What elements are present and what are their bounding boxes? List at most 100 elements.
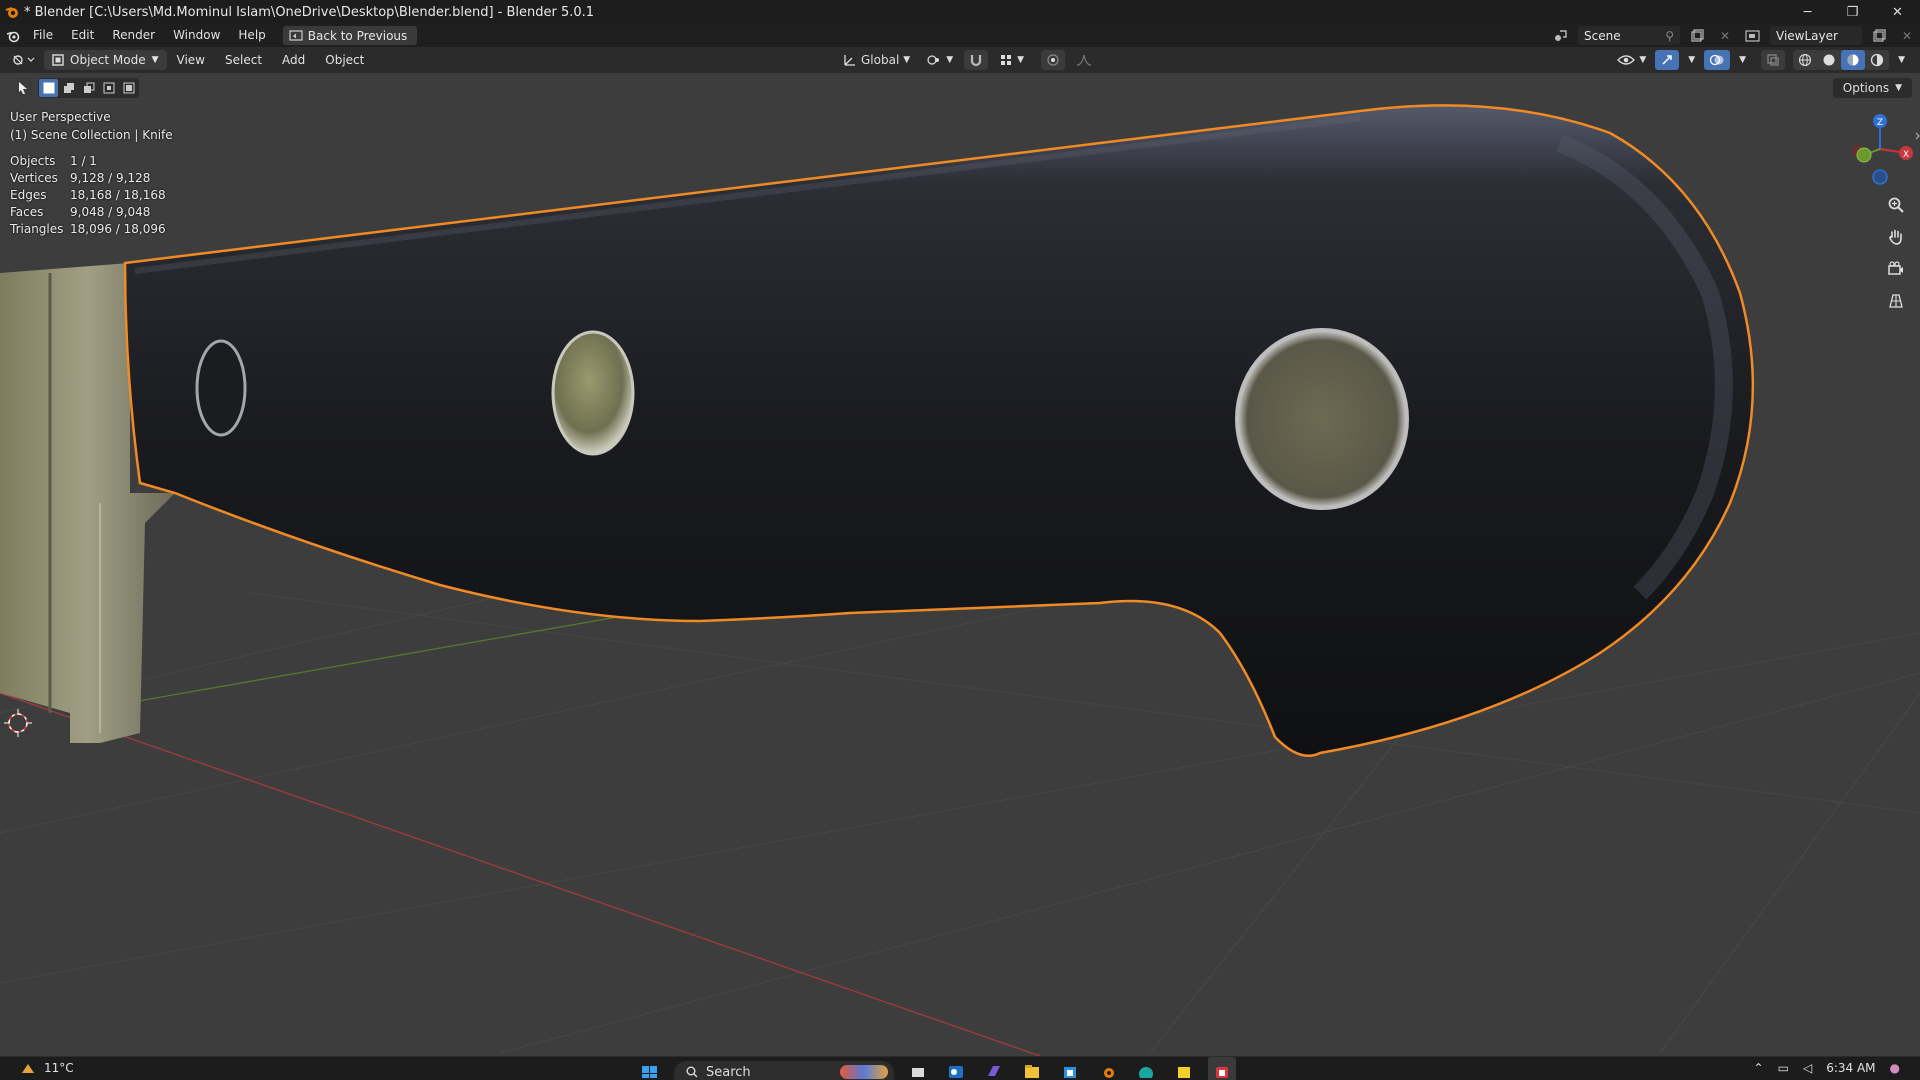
menu-select[interactable]: Select [215, 47, 272, 73]
menu-edit[interactable]: Edit [62, 24, 103, 47]
clock-time[interactable]: 6:34 AM [1826, 1061, 1875, 1075]
file-explorer-icon[interactable] [1018, 1057, 1046, 1080]
rendered-shading-button[interactable] [1865, 50, 1889, 70]
xray-toggle[interactable] [1761, 50, 1786, 70]
taskbar-search[interactable]: Search [674, 1061, 894, 1080]
select-invert-button[interactable] [99, 79, 118, 97]
snap-target-dropdown[interactable]: ▼ [994, 50, 1029, 70]
menu-add[interactable]: Add [272, 47, 315, 73]
proportional-edit-icon [1047, 54, 1059, 66]
new-scene-icon[interactable] [1686, 26, 1708, 45]
overlays-dropdown[interactable]: ▼ [1734, 50, 1751, 70]
viewport-info: User Perspective (1) Scene Collection | … [10, 108, 173, 144]
select-tool-button[interactable] [12, 78, 34, 98]
outlook-icon[interactable] [942, 1057, 970, 1080]
delete-scene-icon[interactable]: ✕ [1714, 26, 1736, 45]
active-app-icon[interactable] [1208, 1057, 1236, 1080]
solid-shading-button[interactable] [1817, 50, 1841, 70]
chevron-down-icon: ▼ [151, 55, 159, 65]
camera-icon [1888, 261, 1903, 275]
rivet-medium [551, 330, 635, 456]
falloff-dropdown[interactable] [1071, 50, 1101, 70]
material-sphere-icon [1847, 54, 1859, 66]
gizmo-toggle[interactable] [1655, 50, 1680, 70]
chevron-down-icon: ▼ [903, 55, 911, 65]
store-icon[interactable] [1056, 1057, 1084, 1080]
blender-taskbar-icon[interactable] [1094, 1057, 1122, 1080]
menu-file[interactable]: File [24, 24, 62, 47]
scene-statistics: Objects 1 / 1 Vertices 9,128 / 9,128 Edges… [10, 153, 166, 238]
wireframe-shading-button[interactable] [1793, 50, 1817, 70]
menu-window[interactable]: Window [164, 24, 229, 47]
stat-value: 9,048 / 9,048 [70, 205, 151, 219]
x-axis-line [0, 692, 1041, 1056]
options-dropdown[interactable]: Options ▼ [1832, 78, 1912, 98]
pivot-icon [927, 55, 940, 65]
close-button[interactable]: ✕ [1875, 0, 1920, 24]
pin-icon[interactable]: ⚲ [1665, 29, 1674, 43]
tray-chevron-icon[interactable]: ⌃ [1754, 1061, 1764, 1075]
proportional-edit-toggle[interactable] [1041, 50, 1066, 70]
back-to-previous-button[interactable]: Back to Previous [282, 26, 418, 45]
pivot-point-dropdown[interactable]: ▼ [921, 50, 958, 70]
system-tray: ⌃ ▭ ◁ 6:34 AM ● [1754, 1061, 1900, 1075]
delete-view-layer-icon[interactable]: ✕ [1896, 26, 1918, 45]
back-to-previous-label: Back to Previous [307, 28, 408, 43]
new-view-layer-icon[interactable] [1868, 26, 1890, 45]
shading-dropdown[interactable]: ▼ [1893, 50, 1910, 70]
menu-view[interactable]: View [167, 47, 215, 73]
menu-help[interactable]: Help [229, 24, 274, 47]
volume-icon[interactable]: ◁ [1803, 1061, 1812, 1075]
copilot-icon[interactable] [980, 1057, 1008, 1080]
orientation-icon [844, 55, 855, 66]
orthographic-toggle-button[interactable] [1884, 289, 1908, 313]
screen-icon [289, 29, 303, 41]
object-mode-dropdown[interactable]: Object Mode ▼ [44, 50, 167, 70]
view-layer-browse-icon[interactable] [1742, 26, 1764, 45]
3d-viewport[interactable]: Options ▼ User Perspective (1) Scene Col… [0, 73, 1920, 1056]
select-subtract-button[interactable] [79, 79, 98, 97]
select-intersect-button[interactable] [119, 79, 138, 97]
eye-icon [1617, 55, 1636, 65]
sticky-notes-icon[interactable] [1170, 1057, 1198, 1080]
edge-icon[interactable] [1132, 1057, 1160, 1080]
navigation-gizmo[interactable]: Z X [1830, 103, 1920, 193]
display-icon[interactable]: ▭ [1778, 1061, 1789, 1075]
task-view-icon[interactable] [904, 1057, 932, 1080]
xray-icon [1767, 54, 1779, 66]
window-title: * Blender [C:\Users\Md.Mominul Islam\One… [24, 4, 595, 20]
transform-orientation-dropdown[interactable]: Global ▼ [838, 50, 915, 70]
overlays-icon [1710, 54, 1724, 66]
scene-field[interactable]: Scene ⚲ [1578, 26, 1680, 45]
menu-render[interactable]: Render [103, 24, 164, 47]
blender-menu-icon[interactable] [2, 26, 24, 45]
select-intersect-icon [123, 82, 134, 94]
view-layer-field[interactable]: ViewLayer [1770, 26, 1862, 45]
camera-view-button[interactable] [1884, 257, 1908, 281]
hand-icon [1889, 229, 1902, 245]
weather-widget[interactable]: 11°C [20, 1061, 74, 1075]
top-menu-bar: File Edit Render Window Help Back to Pre… [0, 24, 1920, 47]
overlays-toggle[interactable] [1704, 50, 1731, 70]
blender-logo-icon [0, 0, 24, 24]
visibility-dropdown[interactable]: ▼ [1612, 50, 1651, 70]
editor-type-icon[interactable] [8, 51, 38, 70]
title-bar: * Blender [C:\Users\Md.Mominul Islam\One… [0, 0, 1920, 24]
search-highlight-icon [840, 1065, 888, 1079]
pan-button[interactable] [1884, 225, 1908, 249]
gizmo-dropdown[interactable]: ▼ [1683, 50, 1700, 70]
minimize-button[interactable]: ─ [1785, 0, 1830, 24]
scene-browse-icon[interactable] [1550, 26, 1572, 45]
menu-object[interactable]: Object [315, 47, 374, 73]
solid-sphere-icon [1823, 54, 1835, 66]
snap-toggle[interactable] [964, 50, 989, 70]
object-mode-icon [52, 54, 64, 66]
select-new-button[interactable] [39, 79, 58, 97]
select-extend-button[interactable] [59, 79, 78, 97]
zoom-button[interactable] [1884, 193, 1908, 217]
stat-label: Edges [10, 188, 47, 202]
maximize-button[interactable]: ❐ [1830, 0, 1875, 24]
notification-icon[interactable]: ● [1890, 1061, 1900, 1075]
start-button[interactable] [636, 1057, 664, 1080]
material-preview-shading-button[interactable] [1841, 50, 1866, 70]
